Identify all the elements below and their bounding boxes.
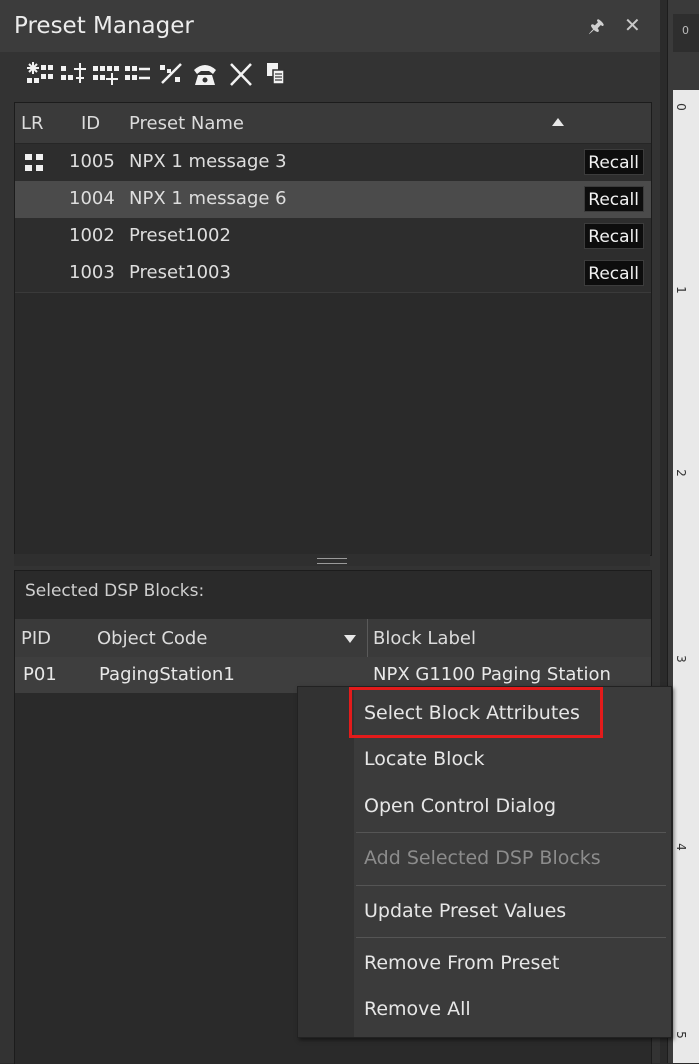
toolbar: [0, 52, 660, 98]
delete-icon[interactable]: [226, 58, 256, 90]
column-pid[interactable]: PID: [21, 628, 51, 649]
dsp-blocks-label: Selected DSP Blocks:: [25, 581, 205, 601]
ruler-number: 2: [673, 469, 688, 477]
recall-button[interactable]: Recall: [584, 223, 644, 249]
edit-preset-icon[interactable]: [156, 58, 186, 90]
ruler-number: 5: [673, 1031, 688, 1039]
preset-table-header: LR ID Preset Name: [15, 103, 651, 144]
preset-row[interactable]: 1004 NPX 1 message 6 Recall: [15, 181, 651, 219]
preset-id: 1005: [69, 151, 115, 172]
ruler-number: 3: [673, 655, 688, 663]
menu-separator: [356, 937, 666, 938]
ruler-number: 0: [673, 103, 688, 111]
splitter-grip-icon[interactable]: [317, 558, 347, 564]
column-lr[interactable]: LR: [21, 113, 44, 134]
add-blocks-icon[interactable]: [58, 58, 88, 90]
preset-name: NPX 1 message 6: [129, 188, 287, 209]
recall-button[interactable]: Recall: [584, 186, 644, 212]
ruler-number: 1: [673, 286, 688, 294]
pin-icon[interactable]: 🖈︎: [588, 14, 605, 44]
column-divider: [367, 619, 368, 657]
column-id[interactable]: ID: [81, 113, 100, 134]
title-bar: Preset Manager 🖈︎ ✕: [0, 0, 660, 52]
vertical-ruler: [673, 90, 699, 1063]
copy-preset-icon[interactable]: [260, 58, 290, 90]
new-preset-icon[interactable]: [24, 58, 54, 90]
preset-id: 1002: [69, 225, 115, 246]
preset-row[interactable]: 1003 Preset1003 Recall: [15, 255, 651, 293]
menu-item-locate-block[interactable]: Locate Block: [364, 748, 485, 770]
preset-name: Preset1002: [129, 225, 231, 246]
menu-item-open-control-dialog[interactable]: Open Control Dialog: [364, 795, 556, 817]
document-tab[interactable]: 0: [673, 14, 699, 52]
preset-id: 1003: [69, 262, 115, 283]
preset-row[interactable]: 1005 NPX 1 message 3 Recall: [15, 144, 651, 182]
context-menu-icon-strip: [298, 687, 354, 1037]
panel-splitter[interactable]: [14, 554, 650, 566]
preset-table: LR ID Preset Name 1005 NPX 1 message 3 R…: [14, 102, 652, 556]
preset-name: NPX 1 message 3: [129, 151, 287, 172]
preset-id: 1004: [69, 188, 115, 209]
sort-descending-icon: [344, 635, 356, 643]
recall-button[interactable]: Recall: [584, 260, 644, 286]
menu-item-update-preset-values[interactable]: Update Preset Values: [364, 900, 566, 922]
menu-item-add-selected-dsp-blocks: Add Selected DSP Blocks: [364, 847, 601, 869]
sort-ascending-icon: [552, 118, 564, 126]
block-label: NPX G1100 Paging Station: [373, 664, 611, 685]
dsp-blocks-header: PID Object Code Block Label: [15, 619, 651, 658]
block-object-code: PagingStation1: [99, 664, 235, 685]
column-block-label[interactable]: Block Label: [373, 628, 476, 649]
panel-title: Preset Manager: [14, 13, 194, 39]
preset-row[interactable]: 1002 Preset1002 Recall: [15, 218, 651, 256]
menu-item-remove-all[interactable]: Remove All: [364, 998, 471, 1020]
remove-preset-icon[interactable]: [122, 58, 152, 90]
close-icon[interactable]: ✕: [624, 13, 641, 37]
add-preset-icon[interactable]: [90, 58, 120, 90]
context-menu: Select Block Attributes Locate Block Ope…: [297, 686, 672, 1038]
document-tab-label: 0: [682, 24, 689, 37]
column-object-code[interactable]: Object Code: [97, 628, 207, 649]
preset-name: Preset1003: [129, 262, 231, 283]
recall-button[interactable]: Recall: [584, 149, 644, 175]
menu-separator: [356, 832, 666, 833]
paging-phone-icon[interactable]: [190, 58, 220, 90]
menu-separator: [356, 885, 666, 886]
column-preset-name[interactable]: Preset Name: [129, 113, 244, 134]
menu-item-remove-from-preset[interactable]: Remove From Preset: [364, 952, 560, 974]
ruler-number: 4: [673, 843, 688, 851]
lr-icon: [25, 154, 45, 172]
block-pid: P01: [23, 664, 57, 685]
highlight-box: [349, 687, 603, 738]
